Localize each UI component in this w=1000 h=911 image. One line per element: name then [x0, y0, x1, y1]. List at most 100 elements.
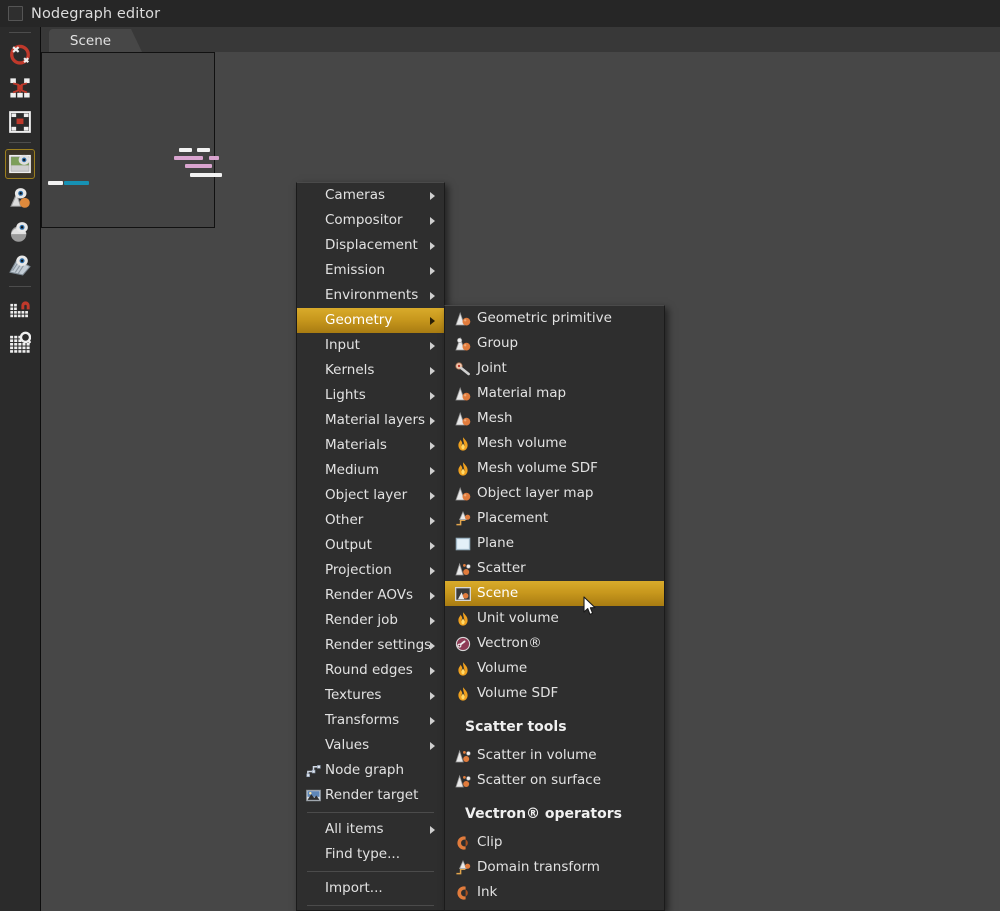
menu-item-label: Compositor — [325, 211, 403, 228]
menu-item-label: Input — [325, 336, 360, 353]
menu-item-values[interactable]: Values — [297, 733, 444, 758]
rail-icon-select-nodes[interactable] — [5, 107, 35, 137]
node-bar-white-top-a[interactable] — [179, 148, 192, 152]
menu-item-lights[interactable]: Lights — [297, 383, 444, 408]
submenu-item-label: Mesh volume — [477, 434, 567, 451]
scene-preview-icon — [9, 153, 31, 175]
menu-item-label: Render target — [325, 786, 419, 803]
submenu-item-object-layer-map[interactable]: Object layer map — [445, 481, 664, 506]
menu-item-round-edges[interactable]: Round edges — [297, 658, 444, 683]
submenu-item-clip[interactable]: Clip — [445, 830, 664, 855]
submenu-item-ink[interactable]: Ink — [445, 880, 664, 905]
menu-item-displacement[interactable]: Displacement — [297, 233, 444, 258]
submenu-item-scatter-in-volume[interactable]: Scatter in volume — [445, 743, 664, 768]
menu-item-render-job[interactable]: Render job — [297, 608, 444, 633]
submenu-item-volume[interactable]: Volume — [445, 656, 664, 681]
menu-separator — [307, 812, 434, 813]
geometry-submenu[interactable]: Geometric primitive Group Joint Material ma… — [444, 305, 665, 911]
clip-icon — [451, 885, 475, 901]
menu-item-label: Find type... — [325, 845, 400, 862]
rail-separator — [9, 142, 31, 143]
submenu-item-mesh-volume-sdf[interactable]: Mesh volume SDF — [445, 456, 664, 481]
menu-item-input[interactable]: Input — [297, 333, 444, 358]
submenu-item-scatter-on-surface[interactable]: Scatter on surface — [445, 768, 664, 793]
square-icon[interactable] — [8, 6, 23, 21]
menu-item-environments[interactable]: Environments — [297, 283, 444, 308]
menu-item-label: Render job — [325, 611, 398, 628]
submenu-item-vectron-[interactable]: Vectron® — [445, 631, 664, 656]
submenu-item-label: Group — [477, 334, 519, 351]
submenu-item-plane[interactable]: Plane — [445, 531, 664, 556]
menu-item-other[interactable]: Other — [297, 508, 444, 533]
menu-item-render-aovs[interactable]: Render AOVs — [297, 583, 444, 608]
menu-item-render-settings[interactable]: Render settings — [297, 633, 444, 658]
submenu-item-scatter[interactable]: Scatter — [445, 556, 664, 581]
menu-item-output[interactable]: Output — [297, 533, 444, 558]
rail-icon-material-ball[interactable] — [5, 183, 35, 213]
node-bar-pink-b[interactable] — [209, 156, 219, 160]
menu-item-compositor[interactable]: Compositor — [297, 208, 444, 233]
menu-item-render-target[interactable]: Render target — [297, 783, 444, 808]
node-bar-white-top-b[interactable] — [197, 148, 210, 152]
submenu-item-scene[interactable]: Scene — [445, 581, 664, 606]
tab-scene[interactable]: Scene — [49, 29, 142, 52]
submenu-item-mesh-volume[interactable]: Mesh volume — [445, 431, 664, 456]
submenu-item-placement[interactable]: Placement — [445, 506, 664, 531]
material-ball-icon — [9, 187, 31, 209]
submenu-item-group[interactable]: Group — [445, 331, 664, 356]
menu-item-transforms[interactable]: Transforms — [297, 708, 444, 733]
rail-icon-plane-eye[interactable] — [5, 251, 35, 281]
geo-primitive-icon — [451, 311, 475, 327]
submenu-item-material-map[interactable]: Material map — [445, 381, 664, 406]
left-icon-rail — [0, 27, 41, 911]
node-graph-icon — [301, 763, 325, 778]
menu-separator — [307, 905, 434, 906]
submenu-item-geometric-primitive[interactable]: Geometric primitive — [445, 306, 664, 331]
submenu-item-joint[interactable]: Joint — [445, 356, 664, 381]
menu-item-label: Displacement — [325, 236, 418, 253]
submenu-arrow-icon — [430, 266, 435, 275]
grid-settings-icon — [9, 331, 31, 353]
menu-item-material-layers[interactable]: Material layers — [297, 408, 444, 433]
submenu-item-domain-transform[interactable]: Domain transform — [445, 855, 664, 880]
rail-icon-grid-settings[interactable] — [5, 327, 35, 357]
node-bar-white-left[interactable] — [48, 181, 63, 185]
menu-item-geometry[interactable]: Geometry — [297, 308, 444, 333]
menu-item-label: Values — [325, 736, 370, 753]
submenu-arrow-icon — [430, 241, 435, 250]
submenu-item-unit-volume[interactable]: Unit volume — [445, 606, 664, 631]
menu-item-label: Other — [325, 511, 364, 528]
sphere-eye-icon — [9, 221, 31, 243]
submenu-item-label: Material map — [477, 384, 567, 401]
node-bar-white-bottom[interactable] — [190, 173, 222, 177]
context-menu[interactable]: Cameras Compositor Displacement Emission Env… — [296, 182, 445, 911]
menu-item-object-layer[interactable]: Object layer — [297, 483, 444, 508]
window-title: Nodegraph editor — [31, 5, 161, 22]
menu-item-projection[interactable]: Projection — [297, 558, 444, 583]
menu-item-kernels[interactable]: Kernels — [297, 358, 444, 383]
submenu-group-header: Scatter tools — [465, 719, 567, 735]
node-bar-pink-a[interactable] — [174, 156, 203, 160]
menu-item-cameras[interactable]: Cameras — [297, 183, 444, 208]
submenu-item-label: Scene — [477, 584, 519, 601]
menu-item-emission[interactable]: Emission — [297, 258, 444, 283]
node-bar-pink-c[interactable] — [185, 164, 212, 168]
rail-icon-sphere-eye[interactable] — [5, 217, 35, 247]
menu-item-all-items[interactable]: All items — [297, 817, 444, 842]
rail-icon-snap-magnet[interactable] — [5, 293, 35, 323]
rail-icon-scene-preview[interactable] — [5, 149, 35, 179]
menu-item-find-type...[interactable]: Find type... — [297, 842, 444, 867]
node-bar-cyan[interactable] — [64, 181, 89, 185]
submenu-item-volume-sdf[interactable]: Volume SDF — [445, 681, 664, 706]
submenu-item-mesh[interactable]: Mesh — [445, 406, 664, 431]
rail-icon-reset-view[interactable] — [5, 39, 35, 69]
rail-icon-node-network[interactable] — [5, 73, 35, 103]
menu-item-materials[interactable]: Materials — [297, 433, 444, 458]
nodegraph-canvas[interactable] — [41, 52, 222, 228]
menu-item-node-graph[interactable]: Node graph — [297, 758, 444, 783]
menu-item-label: Render AOVs — [325, 586, 414, 603]
submenu-arrow-icon — [430, 641, 435, 650]
menu-item-textures[interactable]: Textures — [297, 683, 444, 708]
menu-item-import[interactable]: Import... — [297, 876, 444, 901]
menu-item-medium[interactable]: Medium — [297, 458, 444, 483]
